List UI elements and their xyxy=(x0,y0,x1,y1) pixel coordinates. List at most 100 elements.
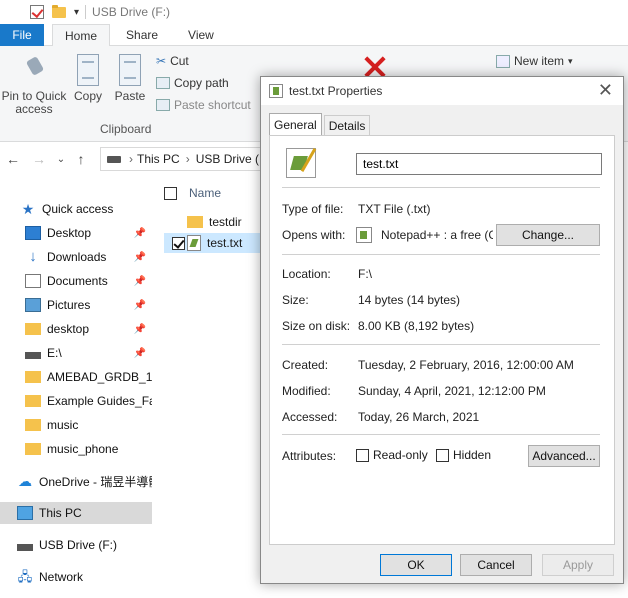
filename-field[interactable] xyxy=(356,153,602,175)
paste-label: Paste xyxy=(114,89,146,103)
opens-with-value: Notepad++ : a free (G xyxy=(381,228,493,242)
close-icon[interactable]: ✕ xyxy=(598,81,613,99)
change-button[interactable]: Change... xyxy=(496,224,600,246)
documents-icon xyxy=(25,274,41,288)
nav-label: Network xyxy=(39,570,84,584)
cut-button[interactable]: ✂ Cut xyxy=(156,54,189,68)
breadcrumb-chevron-icon[interactable]: › xyxy=(186,152,190,166)
pin-icon[interactable]: 📌 xyxy=(134,348,146,359)
attributes-label: Attributes: xyxy=(282,449,337,463)
nav-label: Desktop xyxy=(47,226,92,240)
address-chevron-icon[interactable]: › xyxy=(129,152,133,166)
nav-desktop[interactable]: Desktop 📌 xyxy=(0,222,152,244)
created-value: Tuesday, 2 February, 2016, 12:00:00 AM xyxy=(358,358,574,372)
folder-icon xyxy=(25,323,41,335)
ok-button[interactable]: OK xyxy=(380,554,452,576)
pin-to-quick-access-label: Pin to Quick access xyxy=(1,89,67,116)
copy-button[interactable]: Copy xyxy=(70,54,106,103)
nav-label: Quick access xyxy=(42,202,114,216)
pin-icon[interactable]: 📌 xyxy=(134,324,146,335)
address-bar[interactable]: › This PC › USB Drive ( xyxy=(100,147,270,171)
hidden-checkbox-box[interactable] xyxy=(436,448,449,462)
nav-label: USB Drive (F:) xyxy=(39,538,117,552)
row-checkbox[interactable] xyxy=(172,236,185,250)
notepad-plus-plus-icon xyxy=(286,148,316,178)
tab-share[interactable]: Share xyxy=(114,24,170,46)
nav-quick-access[interactable]: ★ Quick access xyxy=(0,198,152,220)
advanced-button[interactable]: Advanced... xyxy=(528,445,600,467)
nav-label: Pictures xyxy=(47,298,91,312)
file-row-testdir[interactable]: testdir xyxy=(164,212,274,232)
explorer-titlebar: ▾ USB Drive (F:) xyxy=(0,0,628,24)
paste-button[interactable]: Paste xyxy=(112,54,148,103)
new-item-button[interactable]: New item ▾ xyxy=(496,54,573,68)
scissors-icon: ✂ xyxy=(156,54,167,68)
name-column-header[interactable]: Name xyxy=(164,186,221,200)
usb-drive-icon xyxy=(17,543,33,551)
nav-usb-drive[interactable]: USB Drive (F:) xyxy=(0,534,152,556)
file-row-test-txt[interactable]: test.txt xyxy=(164,233,274,253)
nav-pictures[interactable]: Pictures 📌 xyxy=(0,294,152,316)
size-on-disk-value: 8.00 KB (8,192 bytes) xyxy=(358,319,475,333)
apply-button[interactable]: Apply xyxy=(542,554,614,576)
nav-documents[interactable]: Documents 📌 xyxy=(0,270,152,292)
back-arrow-icon[interactable]: ← xyxy=(4,151,22,167)
pin-to-quick-access-button[interactable]: Pin to Quick access xyxy=(0,54,68,116)
folder-icon xyxy=(25,419,41,431)
copy-path-button[interactable]: Copy path xyxy=(156,76,229,90)
pin-icon[interactable]: 📌 xyxy=(134,276,146,287)
breadcrumb-usb-drive[interactable]: USB Drive ( xyxy=(196,152,259,166)
customize-quick-access-dropdown-icon[interactable]: ▾ xyxy=(74,7,79,18)
pin-icon[interactable]: 📌 xyxy=(134,252,146,263)
drive-icon xyxy=(25,351,41,359)
nav-drive-e[interactable]: E:\ 📌 xyxy=(0,342,152,364)
divider xyxy=(282,187,600,188)
file-name: testdir xyxy=(209,215,242,229)
new-item-dropdown-icon: ▾ xyxy=(568,55,573,66)
nav-label: Documents xyxy=(47,274,108,288)
pin-icon[interactable]: 📌 xyxy=(134,300,146,311)
pin-icon[interactable]: 📌 xyxy=(134,228,146,239)
breadcrumb-this-pc[interactable]: This PC xyxy=(137,152,180,166)
new-folder-quick-access-icon[interactable] xyxy=(52,4,66,18)
nav-desktop-folder[interactable]: desktop 📌 xyxy=(0,318,152,340)
readonly-checkbox[interactable]: Read-only xyxy=(356,448,428,462)
paste-icon xyxy=(119,54,141,86)
nav-this-pc[interactable]: This PC xyxy=(0,502,152,524)
recent-locations-chevron-icon[interactable]: ⌄ xyxy=(52,154,70,165)
forward-arrow-icon[interactable]: → xyxy=(30,151,48,167)
tab-view[interactable]: View xyxy=(176,24,226,46)
nav-downloads[interactable]: ↓ Downloads 📌 xyxy=(0,246,152,268)
nav-label: E:\ xyxy=(47,346,62,360)
nav-music-phone-folder[interactable]: music_phone xyxy=(0,438,152,460)
nav-onedrive[interactable]: ☁ OneDrive - 瑞昱半導體 xyxy=(0,470,152,492)
navigation-pane: ★ Quick access Desktop 📌 ↓ Downloads 📌 D… xyxy=(0,196,152,598)
nav-label: desktop xyxy=(47,322,90,336)
select-all-checkbox[interactable] xyxy=(164,186,177,200)
hidden-checkbox[interactable]: Hidden xyxy=(436,448,491,462)
nav-amebad-folder[interactable]: AMEBAD_GRDB_1V0 xyxy=(0,366,152,388)
type-of-file-label: Type of file: xyxy=(282,202,344,216)
tab-general[interactable]: General xyxy=(269,113,322,137)
readonly-label: Read-only xyxy=(373,448,428,462)
nav-label: Example Guides_Fa xyxy=(47,394,152,408)
notepad-plus-plus-file-icon xyxy=(187,235,201,251)
nav-label: This PC xyxy=(39,506,82,520)
nav-music-folder[interactable]: music xyxy=(0,414,152,436)
nav-example-guides-folder[interactable]: Example Guides_Fa xyxy=(0,390,152,412)
tab-details[interactable]: Details xyxy=(323,115,371,135)
tab-file[interactable]: File xyxy=(0,24,44,46)
nav-label: OneDrive - 瑞昱半導體 xyxy=(39,474,152,489)
size-on-disk-label: Size on disk: xyxy=(282,319,351,333)
titlebar-divider xyxy=(85,5,87,19)
pin-icon xyxy=(19,54,49,86)
cancel-button[interactable]: Cancel xyxy=(460,554,532,576)
divider xyxy=(282,434,600,435)
window-title: USB Drive (F:) xyxy=(92,5,171,19)
tab-home[interactable]: Home xyxy=(52,24,111,46)
up-arrow-icon[interactable]: ↑ xyxy=(72,151,90,167)
nav-network[interactable]: 🖧 Network xyxy=(0,566,152,588)
properties-quick-access-icon[interactable] xyxy=(30,5,44,19)
readonly-checkbox-box[interactable] xyxy=(356,448,369,462)
paste-shortcut-button[interactable]: Paste shortcut xyxy=(156,98,251,112)
